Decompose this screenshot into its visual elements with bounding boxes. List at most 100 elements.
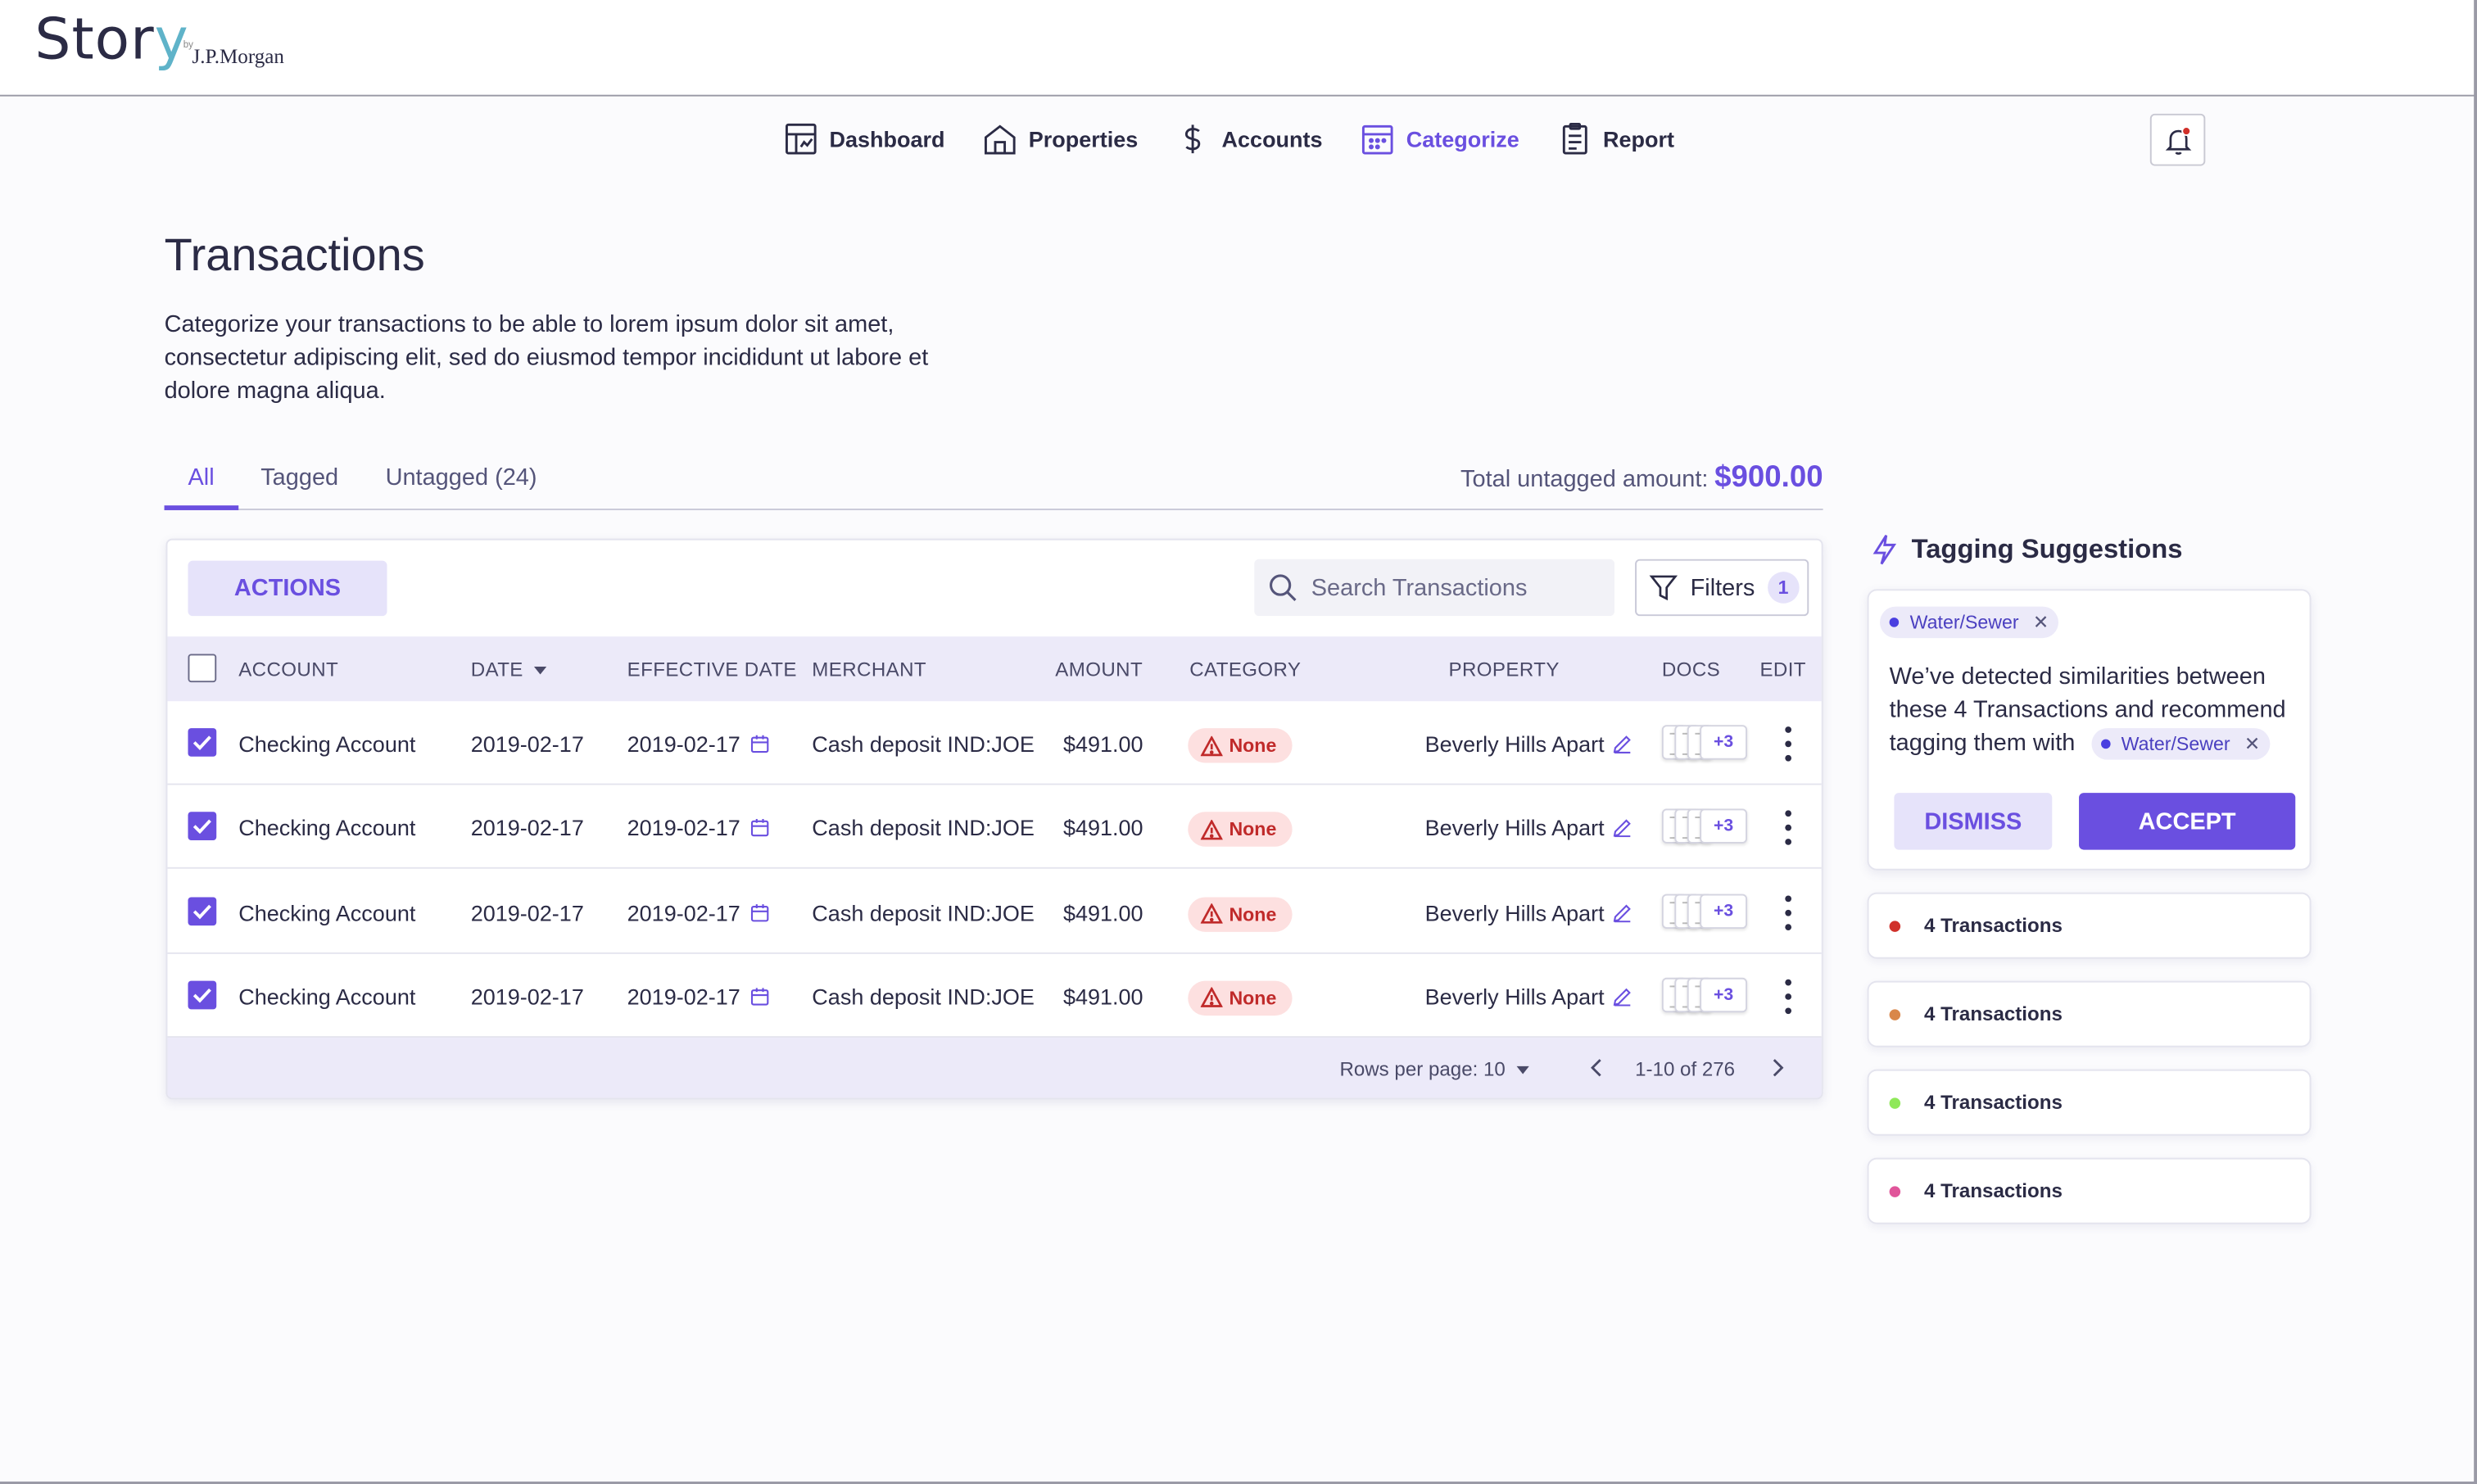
suggestion-card: Water/Sewer ✕ We’ve detected similaritie… bbox=[1867, 589, 2312, 871]
filters-button[interactable]: Filters 1 bbox=[1635, 559, 1809, 617]
nav-categorize[interactable]: Categorize bbox=[1361, 122, 1519, 156]
suggestion-item[interactable]: 4 Transactions bbox=[1867, 1157, 2312, 1224]
category-badge[interactable]: None bbox=[1188, 812, 1293, 848]
rows-per-page-select[interactable]: Rows per page: 10 bbox=[1339, 1058, 1530, 1081]
cell-property[interactable]: Beverly Hills Apart bbox=[1425, 816, 1632, 841]
table-row[interactable]: Checking Account 2019-02-17 2019-02-17 Cash… bbox=[167, 785, 1822, 870]
column-edit: EDIT bbox=[1759, 658, 1806, 681]
table-footer: Rows per page: 10 1-10 of 276 bbox=[167, 1038, 1822, 1098]
warning-icon bbox=[1200, 903, 1223, 924]
logo-partner: J.P.Morgan bbox=[192, 44, 284, 68]
column-amount[interactable]: AMOUNT bbox=[1055, 658, 1143, 681]
cell-effective-date[interactable]: 2019-02-17 bbox=[627, 900, 769, 925]
actions-button[interactable]: ACTIONS bbox=[188, 560, 387, 617]
nav-report-label: Report bbox=[1603, 126, 1675, 152]
warning-icon bbox=[1200, 735, 1223, 756]
cell-merchant: Cash deposit IND:JOE bbox=[812, 815, 1035, 841]
notifications-button[interactable] bbox=[2149, 113, 2206, 166]
suggestion-item[interactable]: 4 Transactions bbox=[1867, 892, 2312, 959]
pencil-icon[interactable] bbox=[1612, 903, 1631, 922]
search-input[interactable] bbox=[1311, 574, 1596, 601]
page-range: 1-10 of 276 bbox=[1635, 1058, 1736, 1081]
table-row[interactable]: Checking Account 2019-02-17 2019-02-17 Cash… bbox=[167, 869, 1822, 954]
suggested-tag-chip[interactable]: Water/Sewer ✕ bbox=[1880, 606, 2058, 639]
nav-accounts[interactable]: Accounts bbox=[1176, 122, 1323, 156]
column-date[interactable]: DATE bbox=[471, 658, 547, 681]
sort-down-icon bbox=[533, 666, 547, 675]
main-nav: Dashboard Properties Accounts Categorize… bbox=[784, 117, 1713, 161]
docs-stack[interactable]: +3 bbox=[1661, 809, 1748, 847]
row-menu-icon[interactable] bbox=[1779, 979, 1798, 1014]
accept-button[interactable]: ACCEPT bbox=[2079, 793, 2296, 850]
category-value: None bbox=[1229, 734, 1277, 757]
lightning-icon bbox=[1872, 535, 1897, 565]
docs-stack[interactable]: +3 bbox=[1661, 725, 1748, 762]
story-logo[interactable]: Story by J.P.Morgan bbox=[34, 7, 284, 76]
suggestion-color-dot bbox=[1889, 920, 1901, 931]
pencil-icon[interactable] bbox=[1612, 819, 1631, 838]
next-page-button[interactable] bbox=[1771, 1058, 1784, 1082]
category-badge[interactable]: None bbox=[1188, 980, 1293, 1016]
suggestion-item[interactable]: 4 Transactions bbox=[1867, 980, 2312, 1047]
inline-tag-chip[interactable]: Water/Sewer ✕ bbox=[2090, 727, 2270, 761]
tab-untagged[interactable]: Untagged (24) bbox=[386, 464, 537, 491]
cell-effective-date[interactable]: 2019-02-17 bbox=[627, 816, 769, 841]
calendar-icon[interactable] bbox=[749, 987, 768, 1006]
remove-tag-icon[interactable]: ✕ bbox=[2033, 611, 2049, 633]
suggestion-item[interactable]: 4 Transactions bbox=[1867, 1069, 2312, 1136]
pencil-icon[interactable] bbox=[1612, 987, 1631, 1007]
cell-amount: $491.00 bbox=[1062, 899, 1143, 925]
cell-property[interactable]: Beverly Hills Apart bbox=[1425, 984, 1632, 1009]
transaction-tabs: All Tagged Untagged (24) Total untagged … bbox=[164, 452, 1823, 510]
docs-stack[interactable]: +3 bbox=[1661, 977, 1748, 1016]
cell-merchant: Cash deposit IND:JOE bbox=[812, 899, 1035, 925]
row-checkbox[interactable] bbox=[188, 812, 217, 841]
active-tab-indicator bbox=[164, 505, 239, 510]
nav-properties[interactable]: Properties bbox=[983, 122, 1138, 156]
calendar-icon[interactable] bbox=[749, 735, 768, 753]
column-category[interactable]: CATEGORY bbox=[1189, 658, 1301, 681]
bell-icon bbox=[2164, 125, 2191, 154]
dashboard-icon bbox=[785, 123, 817, 155]
prev-page-button[interactable] bbox=[1590, 1058, 1603, 1082]
suggestion-color-dot bbox=[1889, 1185, 1901, 1197]
nav-dashboard[interactable]: Dashboard bbox=[784, 122, 945, 156]
rows-per-page-label: Rows per page: 10 bbox=[1339, 1058, 1506, 1081]
table-row[interactable]: Checking Account 2019-02-17 2019-02-17 Cash… bbox=[167, 953, 1822, 1038]
cell-property[interactable]: Beverly Hills Apart bbox=[1425, 900, 1632, 925]
column-property[interactable]: PROPERTY bbox=[1449, 658, 1560, 681]
cell-date: 2019-02-17 bbox=[470, 899, 584, 925]
row-menu-icon[interactable] bbox=[1779, 726, 1798, 762]
cell-amount: $491.00 bbox=[1062, 731, 1143, 757]
docs-stack[interactable]: +3 bbox=[1661, 893, 1748, 931]
nav-accounts-label: Accounts bbox=[1221, 126, 1323, 152]
table-row[interactable]: Checking Account 2019-02-17 2019-02-17 Cash… bbox=[167, 701, 1822, 785]
tab-all[interactable]: All bbox=[188, 464, 215, 491]
pencil-icon[interactable] bbox=[1612, 735, 1631, 754]
cell-effective-date[interactable]: 2019-02-17 bbox=[627, 731, 769, 757]
column-effective-date[interactable]: EFFECTIVE DATE bbox=[627, 658, 797, 681]
column-merchant[interactable]: MERCHANT bbox=[812, 658, 926, 681]
docs-more-count: +3 bbox=[1700, 977, 1748, 1013]
cell-effective-date[interactable]: 2019-02-17 bbox=[627, 984, 769, 1009]
remove-tag-icon[interactable]: ✕ bbox=[2244, 727, 2260, 761]
tagging-suggestions-title: Tagging Suggestions bbox=[1870, 534, 2183, 566]
dismiss-button[interactable]: DISMISS bbox=[1894, 793, 2053, 850]
calendar-icon[interactable] bbox=[749, 819, 768, 838]
nav-properties-label: Properties bbox=[1028, 126, 1139, 152]
category-badge[interactable]: None bbox=[1188, 896, 1293, 932]
row-checkbox[interactable] bbox=[188, 980, 217, 1010]
category-badge[interactable]: None bbox=[1188, 728, 1293, 763]
nav-report[interactable]: Report bbox=[1557, 122, 1674, 156]
calendar-icon[interactable] bbox=[749, 903, 768, 921]
cell-property[interactable]: Beverly Hills Apart bbox=[1425, 731, 1632, 757]
category-value: None bbox=[1229, 903, 1277, 925]
row-menu-icon[interactable] bbox=[1779, 810, 1798, 846]
row-menu-icon[interactable] bbox=[1779, 894, 1798, 930]
tab-tagged[interactable]: Tagged bbox=[260, 464, 338, 491]
column-account[interactable]: ACCOUNT bbox=[238, 658, 338, 681]
row-checkbox[interactable] bbox=[188, 728, 217, 757]
cell-date: 2019-02-17 bbox=[470, 815, 584, 841]
row-checkbox[interactable] bbox=[188, 896, 217, 925]
select-all-checkbox[interactable] bbox=[188, 654, 217, 683]
